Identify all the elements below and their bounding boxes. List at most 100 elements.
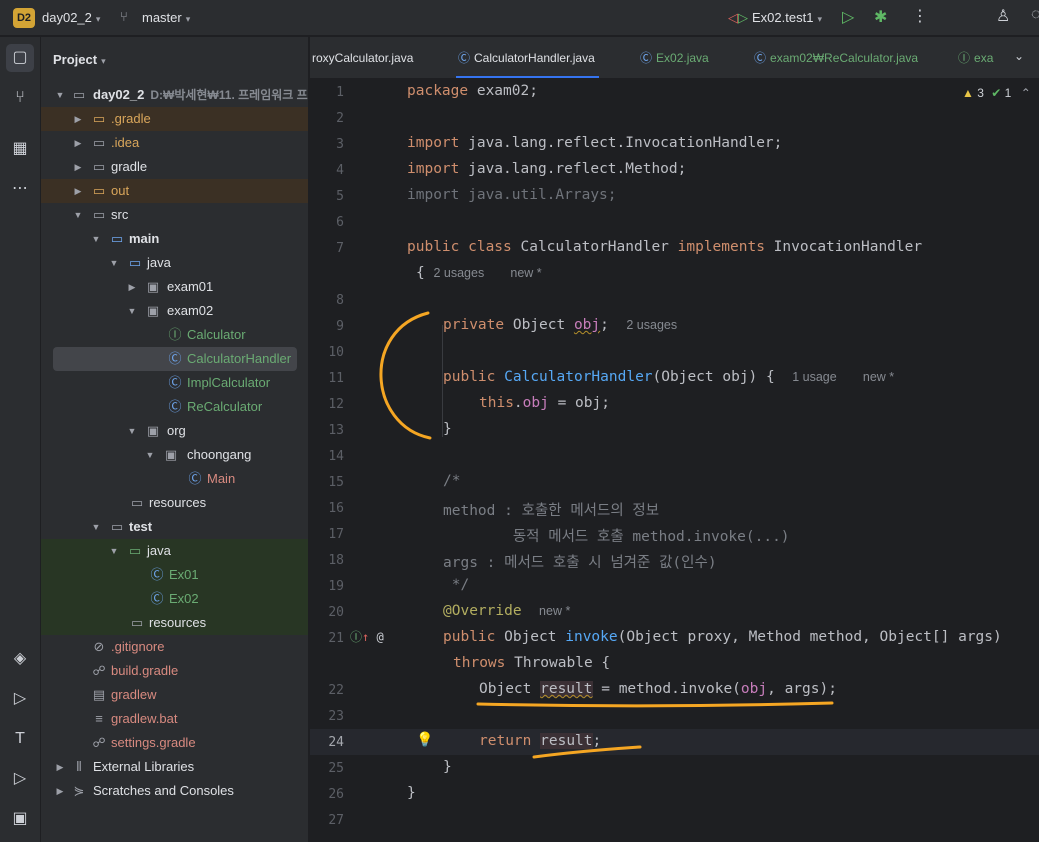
tree-item-idea[interactable]: ▶ ▭ .idea [41,131,308,155]
chevron-right-icon[interactable]: ▶ [55,779,65,803]
author-hint[interactable]: new * [510,266,541,280]
line-number: 21 [328,631,344,646]
tree-item-ex01[interactable]: Ⓒ Ex01 [41,563,308,587]
inspection-widget[interactable]: ▲ 3 ✔ 1 ⌃ [962,86,1031,100]
tree-item-out[interactable]: ▶ ▭ out [41,179,308,203]
folder-icon[interactable]: ▢ [6,44,34,72]
run-config-selector[interactable]: Ex02.test1 ▾ [752,10,822,25]
chevron-down-icon[interactable]: ▼ [91,515,101,539]
chevron-right-icon[interactable]: ▶ [127,275,137,299]
services-icon[interactable]: ▷ [6,685,34,713]
line-number: 16 [328,501,344,516]
chevron-down-icon[interactable]: ▼ [91,227,101,251]
terminal-t-icon[interactable]: T [6,725,34,753]
more-icon[interactable]: ⋯ [6,175,34,203]
tree-item-main-class[interactable]: Ⓒ Main [41,467,308,491]
tree-item-org[interactable]: ▼ ▣ org [41,419,308,443]
tree-item-gradle[interactable]: ▶ ▭ gradle [41,155,308,179]
layers-icon[interactable]: ◈ [6,645,34,673]
folder-icon: ▭ [72,87,86,102]
chevron-down-icon[interactable]: ▼ [109,251,119,275]
chevron-down-icon[interactable]: ⌄ [1014,49,1024,63]
tree-item-ex02[interactable]: Ⓒ Ex02 [41,587,308,611]
gutter-markers[interactable]: Ⓘ↑ @ [350,628,384,645]
chevron-down-icon[interactable]: ▼ [145,443,155,467]
chevron-right-icon[interactable]: ▶ [73,131,83,155]
tree-item-main-resources[interactable]: ▭ resources [41,491,308,515]
folder-icon: ▭ [92,159,106,174]
tree-item-label: Ex02 [169,591,199,606]
tree-item-exam01[interactable]: ▶ ▣ exam01 [41,275,308,299]
tree-item-label: .idea [111,135,140,150]
project-badge[interactable]: D2 [13,8,35,28]
tree-item-implcalculator[interactable]: Ⓒ ImplCalculator [41,371,308,395]
tab-calculatorhandler[interactable]: Ⓒ CalculatorHandler.java [456,37,599,78]
tree-item-calculatorhandler[interactable]: Ⓒ CalculatorHandler [53,347,297,371]
tree-item-gradlew[interactable]: ▤ gradlew [41,683,308,707]
code-editor[interactable]: ▲ 3 ✔ 1 ⌃ 1 2 3 4 5 6 7 8 9 10 11 12 13 … [310,80,1039,842]
author-hint[interactable]: new * [539,604,570,618]
top-bar: D2 day02_2 ▾ ⑂ master ▾ ◁▷ Ex02.test1 ▾ ▷ ✱… [0,0,1039,36]
tree-item-test[interactable]: ▼ ▭ test [41,515,308,539]
tree-item-src[interactable]: ▼ ▭ src [41,203,308,227]
tab-proxycalculator[interactable]: roxyCalculator.java [312,37,413,78]
tree-item-label: gradlew.bat [111,711,178,726]
console-icon[interactable]: ▣ [6,805,34,833]
ignore-icon: ⊘ [93,639,105,654]
more-vertical-icon[interactable]: ⋮ [912,6,928,26]
structure-icon[interactable]: ▦ [6,135,34,163]
chevron-down-icon[interactable]: ▼ [127,419,137,443]
branch-selector[interactable]: master ▾ [142,10,190,25]
chevron-down-icon[interactable]: ▼ [109,539,119,563]
chevron-down-icon[interactable]: ▼ [127,299,137,323]
tree-item-scratches[interactable]: ▶ ⋟ Scratches and Consoles [41,779,308,803]
tree-item-calculator[interactable]: Ⓘ Calculator [41,323,308,347]
tree-item-recalculator[interactable]: Ⓒ ReCalculator [41,395,308,419]
tab-exa[interactable]: Ⓘexa [958,37,993,78]
add-user-icon[interactable]: ♙ [996,6,1010,26]
tree-item-settings-gradle[interactable]: ☍ settings.gradle [41,731,308,755]
project-selector[interactable]: day02_2 ▾ [42,10,100,25]
tree-item-build-gradle[interactable]: ☍ build.gradle [41,659,308,683]
usages-hint[interactable]: 1 usage [792,370,836,384]
usages-hint[interactable]: 2 usages [626,318,677,332]
project-panel-title[interactable]: Project ▾ [53,52,106,67]
tree-item-day02_2[interactable]: ▼ ▭ day02_2 D:₩박세현₩11. 프레임워크 프 [41,83,308,107]
tree-item-external-libraries[interactable]: ▶ ⫴ External Libraries [41,755,308,779]
at-sign-icon[interactable]: @ [376,630,383,644]
code-line-11: public CalculatorHandler(Object obj) { 1… [443,369,895,385]
chevron-right-icon[interactable]: ▶ [73,179,83,203]
tree-item-main[interactable]: ▼ ▭ main [41,227,308,251]
chevron-right-icon[interactable]: ▶ [73,107,83,131]
tab-ex02[interactable]: Ⓒ Ex02.java [640,37,709,78]
implements-icon[interactable]: Ⓘ [350,630,362,644]
tree-item-choongang[interactable]: ▼ ▣ choongang [41,443,308,467]
folder-icon: ▭ [130,615,144,630]
chevron-right-icon[interactable]: ▶ [55,755,65,779]
debug-icon[interactable]: ✱ [874,7,887,27]
author-hint[interactable]: new * [863,370,894,384]
tree-item-test-java[interactable]: ▼ ▭ java [41,539,308,563]
commit-icon[interactable]: ⑂ [6,84,34,112]
chevron-down-icon[interactable]: ▼ [73,203,83,227]
chevron-down-icon[interactable]: ▼ [55,83,65,107]
usages-hint[interactable]: 2 usages [433,266,484,280]
tree-item-gradle-cache[interactable]: ▶ ▭ .gradle [41,107,308,131]
tree-item-test-resources[interactable]: ▭ resources [41,611,308,635]
test-class-icon: Ⓒ [150,567,164,582]
tree-item-exam02[interactable]: ▼ ▣ exam02 [41,299,308,323]
line-number: 22 [328,683,344,698]
tree-item-label: src [111,207,129,222]
tree-item-gitignore[interactable]: ⊘ .gitignore [41,635,308,659]
tab-recalculator[interactable]: Ⓒexam02₩ReCalculator.java [754,37,918,78]
shell-icon: ▤ [92,687,106,702]
run-icon[interactable]: ▷ [6,765,34,793]
chevron-right-icon[interactable]: ▶ [73,155,83,179]
tree-item-gradlew-bat[interactable]: ≡ gradlew.bat [41,707,308,731]
run-icon[interactable]: ▷ [842,7,854,27]
settings-icon[interactable]: ◌ [1031,6,1039,24]
tree-item-main-java[interactable]: ▼ ▭ java [41,251,308,275]
warning-icon: ▲ [962,86,974,100]
chevron-down-icon: ▾ [101,56,106,66]
lightbulb-icon[interactable]: 💡 [416,732,433,748]
